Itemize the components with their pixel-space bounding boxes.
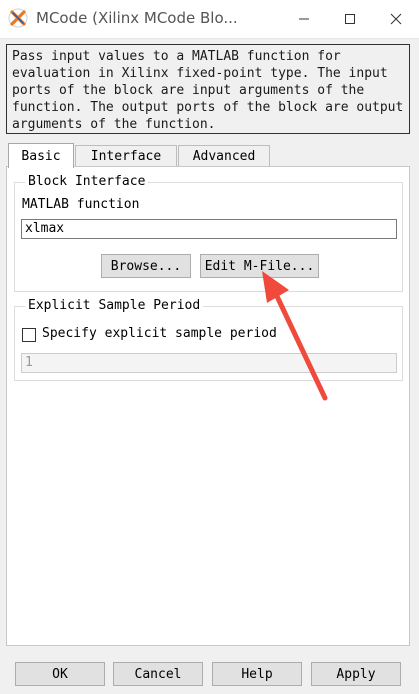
description-line: ports of the block are input arguments o… (12, 83, 365, 98)
browse-button[interactable]: Browse... (101, 254, 191, 278)
block-description: Pass input values to a MATLAB function f… (6, 44, 410, 134)
tab-panel-basic: Block Interface MATLAB function xlmax Br… (6, 166, 410, 646)
sample-period-group: Explicit Sample Period Specify explicit … (14, 297, 403, 381)
sample-period-input[interactable]: 1 (21, 353, 397, 373)
tab-basic[interactable]: Basic (8, 143, 74, 168)
description-line: arguments of the function. (12, 117, 216, 132)
maximize-button[interactable] (327, 0, 373, 38)
group-title: Block Interface (25, 173, 149, 191)
apply-button[interactable]: Apply (311, 662, 401, 686)
minimize-icon (299, 18, 309, 20)
matlab-function-label: MATLAB function (22, 197, 140, 212)
specify-sample-period-checkbox[interactable] (22, 328, 36, 342)
close-button[interactable] (373, 0, 419, 38)
help-button[interactable]: Help (212, 662, 302, 686)
dialog-footer: OK Cancel Help Apply (0, 652, 419, 694)
tab-advanced[interactable]: Advanced (178, 145, 270, 166)
title-bar: MCode (Xilinx MCode Blo... (0, 0, 419, 39)
description-line: evaluation in Xilinx fixed-point type. T… (12, 66, 388, 81)
specify-sample-period-label: Specify explicit sample period (42, 326, 277, 341)
description-line: function. The output ports of the block … (12, 100, 404, 115)
xilinx-logo-icon (8, 8, 28, 28)
cancel-button[interactable]: Cancel (113, 662, 203, 686)
tab-interface[interactable]: Interface (75, 145, 177, 166)
block-interface-group: Block Interface MATLAB function xlmax Br… (14, 173, 403, 292)
ok-button[interactable]: OK (15, 662, 105, 686)
matlab-function-input[interactable]: xlmax (21, 219, 397, 239)
maximize-icon (345, 14, 355, 24)
edit-m-file-button[interactable]: Edit M-File... (200, 254, 319, 278)
minimize-button[interactable] (281, 0, 327, 38)
window-title: MCode (Xilinx MCode Blo... (36, 9, 238, 27)
close-icon (390, 13, 402, 25)
group-title: Explicit Sample Period (25, 297, 204, 315)
description-line: Pass input values to a MATLAB function f… (12, 49, 341, 64)
